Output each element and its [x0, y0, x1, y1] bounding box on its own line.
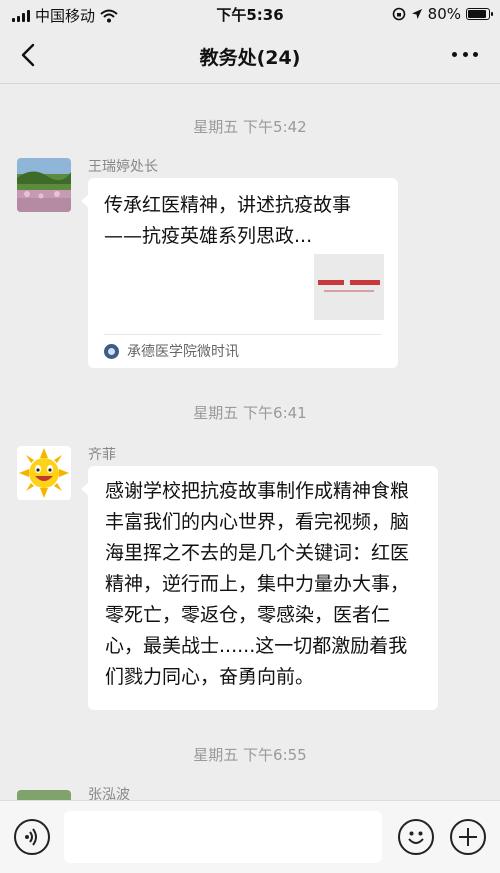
message-text: 感谢学校把抗疫故事制作成精神食粮丰富我们的内心世界，看完视频，脑海里挥之不去的是… — [105, 480, 410, 688]
orientation-lock-icon — [392, 7, 405, 21]
link-title: 传承红医精神，讲述抗疫故事——抗疫英雄系列思政... — [104, 194, 352, 247]
chat-title: 教务处(24) — [199, 47, 301, 69]
timestamp: 星期五 下午6:55 — [193, 746, 307, 764]
more-icon[interactable] — [452, 48, 478, 60]
nav-bar: 教务处(24) — [0, 28, 500, 84]
avatar[interactable] — [17, 790, 71, 800]
timestamp: 星期五 下午5:42 — [193, 118, 307, 136]
source-name: 承德医学院微时讯 — [127, 344, 239, 360]
link-thumbnail — [314, 254, 384, 320]
link-source: 承德医学院微时讯 — [104, 341, 239, 361]
message-bubble[interactable]: 感谢学校把抗疫故事制作成精神食粮丰富我们的内心世界，看完视频，脑海里挥之不去的是… — [81, 466, 438, 710]
chat-area[interactable]: 星期五 下午5:42 王瑞婷处长 传承红医精神，讲述抗疫故事——抗疫英雄系列思政… — [0, 84, 500, 800]
input-bar — [0, 800, 500, 873]
sender-name: 王瑞婷处长 — [88, 159, 158, 175]
sender-name: 齐菲 — [88, 447, 116, 463]
plus-icon[interactable] — [450, 819, 486, 855]
timestamp: 星期五 下午6:41 — [193, 404, 307, 422]
avatar[interactable] — [17, 158, 71, 212]
battery-percent: 80% — [427, 5, 461, 23]
status-bar: 中国移动 下午5:36 80% — [0, 0, 500, 28]
location-icon — [411, 9, 422, 19]
avatar-landscape-image — [17, 790, 71, 800]
link-card[interactable]: 传承红医精神，讲述抗疫故事——抗疫英雄系列思政... 承德医学院微时讯 — [81, 178, 398, 368]
voice-icon[interactable] — [14, 819, 50, 855]
avatar-landscape-image — [17, 158, 71, 212]
official-account-icon — [104, 343, 119, 359]
message-input[interactable] — [64, 811, 382, 863]
sun-avatar-image — [17, 446, 71, 500]
battery-icon — [466, 8, 493, 20]
divider — [104, 334, 382, 335]
avatar[interactable] — [17, 446, 71, 500]
status-right: 80% — [392, 5, 493, 23]
emoji-icon[interactable] — [398, 819, 434, 855]
sender-name: 张泓波 — [88, 787, 130, 800]
